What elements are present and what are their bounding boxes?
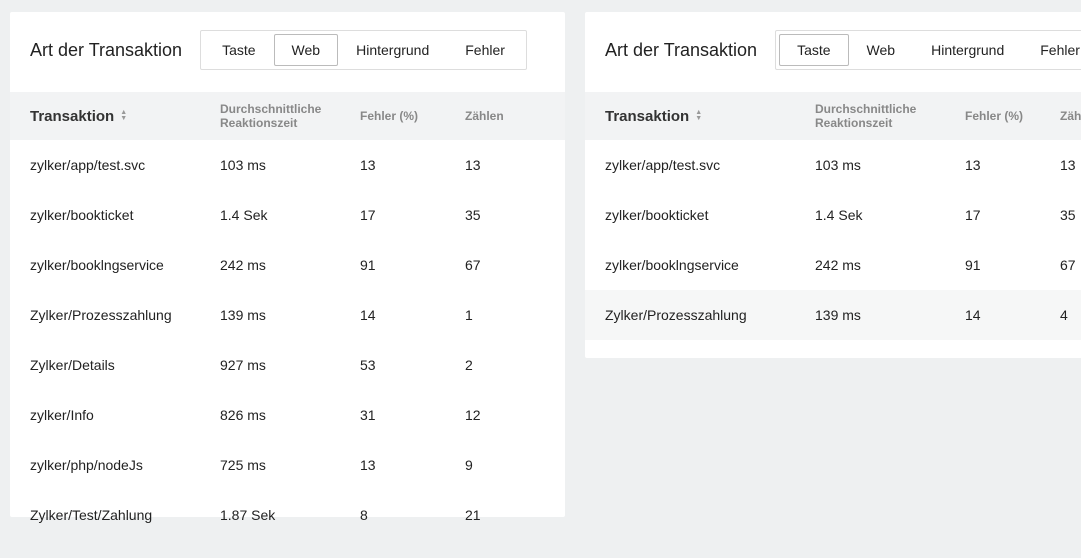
cell-count: 67	[1060, 257, 1081, 273]
tab-fehler[interactable]: Fehler	[447, 34, 523, 66]
col-avg-response[interactable]: Durchschnittliche Reaktionszeit	[220, 102, 360, 130]
table-row[interactable]: zylker/app/test.svc103 ms1313	[30, 140, 545, 190]
cell-transaction: Zylker/Prozesszahlung	[30, 307, 220, 323]
col-count[interactable]: Zählen	[1060, 109, 1081, 123]
cell-count: 13	[1060, 157, 1081, 173]
cell-count: 9	[465, 457, 545, 473]
tab-web[interactable]: Web	[274, 34, 339, 66]
tab-taste[interactable]: Taste	[204, 34, 273, 66]
cell-transaction: Zylker/Prozesszahlung	[605, 307, 815, 323]
cell-transaction: Zylker/Details	[30, 357, 220, 373]
cell-count: 67	[465, 257, 545, 273]
cell-error: 91	[360, 257, 465, 273]
col-error[interactable]: Fehler (%)	[360, 109, 465, 123]
cell-transaction: Zylker/Test/Zahlung	[30, 507, 220, 523]
cell-error: 17	[360, 207, 465, 223]
transaction-type-label: Art der Transaktion	[30, 40, 182, 61]
col-count[interactable]: Zählen	[465, 109, 545, 123]
tab-hintergrund[interactable]: Hintergrund	[913, 34, 1022, 66]
cell-error: 13	[360, 457, 465, 473]
transaction-type-tabs: Taste Web Hintergrund Fehler	[775, 30, 1081, 70]
cell-count: 4	[1060, 307, 1081, 323]
cell-error: 31	[360, 407, 465, 423]
cell-avg-response: 927 ms	[220, 357, 360, 373]
cell-count: 21	[465, 507, 545, 523]
table-row[interactable]: Zylker/Details927 ms532	[30, 340, 545, 390]
table-row[interactable]: zylker/booklngservice242 ms9167	[605, 240, 1081, 290]
cell-transaction: zylker/bookticket	[605, 207, 815, 223]
cell-error: 14	[965, 307, 1060, 323]
cell-count: 35	[465, 207, 545, 223]
cell-avg-response: 103 ms	[815, 157, 965, 173]
cell-transaction: zylker/app/test.svc	[605, 157, 815, 173]
cell-avg-response: 1.87 Sek	[220, 507, 360, 523]
col-transaction[interactable]: Transaktion ▲▼	[605, 108, 815, 125]
cell-error: 8	[360, 507, 465, 523]
cell-avg-response: 1.4 Sek	[815, 207, 965, 223]
cell-transaction: zylker/php/nodeJs	[30, 457, 220, 473]
tab-taste[interactable]: Taste	[779, 34, 848, 66]
cell-count: 12	[465, 407, 545, 423]
table-body-right: zylker/app/test.svc103 ms1313zylker/book…	[585, 140, 1081, 358]
cell-error: 13	[360, 157, 465, 173]
cell-avg-response: 1.4 Sek	[220, 207, 360, 223]
table-header: Transaktion ▲▼ Durchschnittliche Reaktio…	[585, 92, 1081, 140]
cell-count: 2	[465, 357, 545, 373]
cell-avg-response: 139 ms	[220, 307, 360, 323]
table-row[interactable]: zylker/bookticket1.4 Sek1735	[605, 190, 1081, 240]
cell-count: 1	[465, 307, 545, 323]
sort-icon: ▲▼	[695, 110, 702, 122]
table-row[interactable]: zylker/Info826 ms3112	[30, 390, 545, 440]
table-row[interactable]: zylker/bookticket1.4 Sek1735	[30, 190, 545, 240]
tab-hintergrund[interactable]: Hintergrund	[338, 34, 447, 66]
table-body-left: zylker/app/test.svc103 ms1313zylker/book…	[10, 140, 565, 558]
col-avg-response[interactable]: Durchschnittliche Reaktionszeit	[815, 102, 965, 130]
cell-avg-response: 103 ms	[220, 157, 360, 173]
cell-avg-response: 826 ms	[220, 407, 360, 423]
cell-count: 13	[465, 157, 545, 173]
panel-left: Art der Transaktion Taste Web Hintergrun…	[10, 12, 565, 517]
table-row[interactable]: Zylker/Prozesszahlung139 ms141	[30, 290, 545, 340]
cell-transaction: zylker/Info	[30, 407, 220, 423]
cell-transaction: zylker/booklngservice	[30, 257, 220, 273]
panel-right: Art der Transaktion Taste Web Hintergrun…	[585, 12, 1081, 358]
table-row[interactable]: Zylker/Prozesszahlung139 ms144	[585, 290, 1081, 340]
table-row[interactable]: Zylker/Test/Zahlung1.87 Sek821	[30, 490, 545, 540]
cell-transaction: zylker/bookticket	[30, 207, 220, 223]
table-row[interactable]: zylker/booklngservice242 ms9167	[30, 240, 545, 290]
cell-avg-response: 725 ms	[220, 457, 360, 473]
tab-fehler[interactable]: Fehler	[1022, 34, 1081, 66]
cell-avg-response: 242 ms	[220, 257, 360, 273]
sort-icon: ▲▼	[120, 110, 127, 122]
col-error[interactable]: Fehler (%)	[965, 109, 1060, 123]
panel-right-header: Art der Transaktion Taste Web Hintergrun…	[585, 12, 1081, 92]
table-row[interactable]: zylker/app/test.svc103 ms1313	[605, 140, 1081, 190]
col-transaction[interactable]: Transaktion ▲▼	[30, 108, 220, 125]
app-canvas: Art der Transaktion Taste Web Hintergrun…	[0, 0, 1081, 517]
col-transaction-label: Transaktion	[605, 108, 689, 125]
cell-error: 14	[360, 307, 465, 323]
transaction-type-label: Art der Transaktion	[605, 40, 757, 61]
cell-error: 17	[965, 207, 1060, 223]
cell-transaction: zylker/app/test.svc	[30, 157, 220, 173]
transaction-type-tabs: Taste Web Hintergrund Fehler	[200, 30, 527, 70]
cell-avg-response: 242 ms	[815, 257, 965, 273]
table-header: Transaktion ▲▼ Durchschnittliche Reaktio…	[10, 92, 565, 140]
panel-left-header: Art der Transaktion Taste Web Hintergrun…	[10, 12, 565, 92]
tab-web[interactable]: Web	[849, 34, 914, 66]
cell-transaction: zylker/booklngservice	[605, 257, 815, 273]
cell-count: 35	[1060, 207, 1081, 223]
cell-error: 53	[360, 357, 465, 373]
col-transaction-label: Transaktion	[30, 108, 114, 125]
cell-error: 91	[965, 257, 1060, 273]
cell-error: 13	[965, 157, 1060, 173]
table-row[interactable]: zylker/php/nodeJs725 ms139	[30, 440, 545, 490]
cell-avg-response: 139 ms	[815, 307, 965, 323]
